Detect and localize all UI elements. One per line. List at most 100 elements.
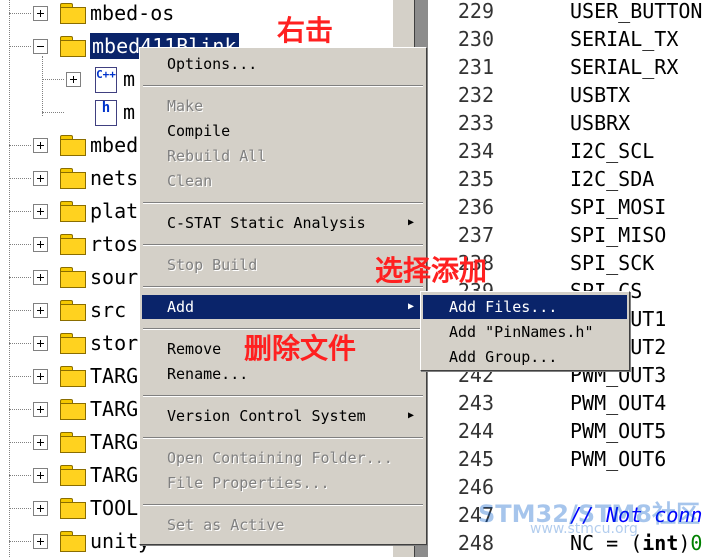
menu-item-clean[interactable]: Clean <box>142 169 424 193</box>
folder-icon <box>60 465 86 486</box>
menu-item-options[interactable]: Options... <box>142 52 424 76</box>
expand-icon[interactable] <box>33 402 48 417</box>
code-line[interactable]: SPI_MISO <box>570 221 666 249</box>
expand-icon[interactable] <box>33 501 48 516</box>
tree-node-label: mbed-os <box>90 1 175 25</box>
code-token: ) <box>678 531 691 555</box>
expand-icon[interactable] <box>33 6 48 21</box>
tree-connector-line <box>9 46 31 47</box>
code-token: SPI_MOSI <box>570 195 667 219</box>
submenu-item-add-pinnames-h[interactable]: Add "PinNames.h" <box>423 320 627 344</box>
tree-node-label: rtos <box>90 232 139 256</box>
menu-item-label: Add <box>167 298 195 316</box>
annotation-delete-file: 删除文件 <box>244 332 357 365</box>
code-line[interactable]: I2C_SCL <box>570 137 654 165</box>
cpp-file-icon: C++ <box>95 67 117 93</box>
header-file-icon: h <box>95 100 117 126</box>
watermark-url: www.stmcu.org <box>530 521 638 537</box>
menu-separator <box>143 244 423 246</box>
code-line[interactable]: USBRX <box>570 109 630 137</box>
expand-icon[interactable] <box>33 468 48 483</box>
tree-connector-line <box>9 244 31 245</box>
folder-icon <box>60 366 86 387</box>
tree-connector-line <box>9 508 31 509</box>
code-token: PWM_OUT6 <box>570 447 667 471</box>
code-line[interactable]: USBTX <box>570 81 630 109</box>
menu-item-label: Clean <box>167 172 213 190</box>
tree-connector-line <box>9 541 31 542</box>
code-line[interactable]: PWM_OUT5 <box>570 417 666 445</box>
submenu-item-add-files[interactable]: Add Files... <box>423 295 627 319</box>
menu-separator <box>143 437 423 439</box>
line-number: 229 <box>457 0 494 23</box>
expand-icon[interactable] <box>33 171 48 186</box>
expand-icon[interactable] <box>33 534 48 549</box>
tree-node-label: src <box>90 298 127 322</box>
code-line[interactable]: SPI_SCK <box>570 249 654 277</box>
code-token: SPI_SCK <box>570 251 655 275</box>
tree-node[interactable]: mbed-os <box>0 0 392 30</box>
menu-item-label: C-STAT Static Analysis <box>167 214 366 232</box>
tree-connector-line <box>42 112 64 113</box>
expand-icon[interactable] <box>33 336 48 351</box>
menu-item-label: Rename... <box>167 365 249 383</box>
menu-item-label: Open Containing Folder... <box>167 449 393 467</box>
code-line[interactable]: SERIAL_TX <box>570 25 678 53</box>
code-line[interactable]: PWM_OUT6 <box>570 445 666 473</box>
folder-icon <box>60 531 86 552</box>
folder-icon <box>60 168 86 189</box>
menu-item-c-stat-static-analysis[interactable]: C-STAT Static Analysis ▶ <box>142 211 424 235</box>
tree-node-label: TARG <box>90 364 139 388</box>
line-number: 235 <box>457 167 494 191</box>
tree-connector-line <box>9 277 31 278</box>
annotation-right-click: 右击 <box>277 14 334 47</box>
tree-connector-line <box>9 376 31 377</box>
line-number: 244 <box>457 419 494 443</box>
collapse-icon[interactable] <box>33 39 48 54</box>
tree-node-label: TOOL <box>90 496 139 520</box>
code-line[interactable]: SPI_MOSI <box>570 193 666 221</box>
tree-connector-line <box>9 442 31 443</box>
menu-item-rebuild-all[interactable]: Rebuild All <box>142 144 424 168</box>
tree-connector-line <box>9 475 31 476</box>
menu-item-make[interactable]: Make <box>142 94 424 118</box>
expand-icon[interactable] <box>33 270 48 285</box>
expand-icon[interactable] <box>33 138 48 153</box>
line-number: 233 <box>457 111 494 135</box>
submenu-arrow-icon: ▶ <box>407 301 414 312</box>
folder-icon <box>60 432 86 453</box>
expand-icon[interactable] <box>33 204 48 219</box>
menu-item-label: File Properties... <box>167 474 330 492</box>
code-token: SERIAL_RX <box>570 55 679 79</box>
menu-item-file-properties[interactable]: File Properties... <box>142 471 424 495</box>
menu-item-label: Compile <box>167 122 231 140</box>
menu-item-label: Make <box>167 97 204 115</box>
menu-item-set-as-active[interactable]: Set as Active <box>142 513 424 537</box>
expand-icon[interactable] <box>33 369 48 384</box>
line-number: 231 <box>457 55 494 79</box>
code-token: int <box>642 531 679 555</box>
code-line[interactable]: USER_BUTTON <box>570 0 702 25</box>
expand-icon[interactable] <box>33 303 48 318</box>
expand-icon[interactable] <box>33 237 48 252</box>
tree-connector-line <box>9 13 31 14</box>
submenu-item-add-group[interactable]: Add Group... <box>423 345 627 369</box>
tree-connector-line <box>9 409 31 410</box>
menu-separator <box>143 504 423 506</box>
menu-item-open-containing-folder[interactable]: Open Containing Folder... <box>142 446 424 470</box>
line-number: 248 <box>457 531 494 555</box>
menu-item-add[interactable]: Add ▶ <box>142 295 424 319</box>
menu-separator <box>143 85 423 87</box>
menu-item-version-control-system[interactable]: Version Control System ▶ <box>142 404 424 428</box>
tree-node-label: stor <box>90 331 139 355</box>
code-token: USBTX <box>570 83 631 107</box>
tree-connector-line <box>9 343 31 344</box>
expand-icon[interactable] <box>66 72 81 87</box>
expand-icon[interactable] <box>33 435 48 450</box>
code-line[interactable]: SERIAL_RX <box>570 53 678 81</box>
code-line[interactable]: I2C_SDA <box>570 165 654 193</box>
menu-item-compile[interactable]: Compile <box>142 119 424 143</box>
code-line[interactable]: PWM_OUT4 <box>570 389 666 417</box>
folder-icon <box>60 201 86 222</box>
line-number: 245 <box>457 447 494 471</box>
